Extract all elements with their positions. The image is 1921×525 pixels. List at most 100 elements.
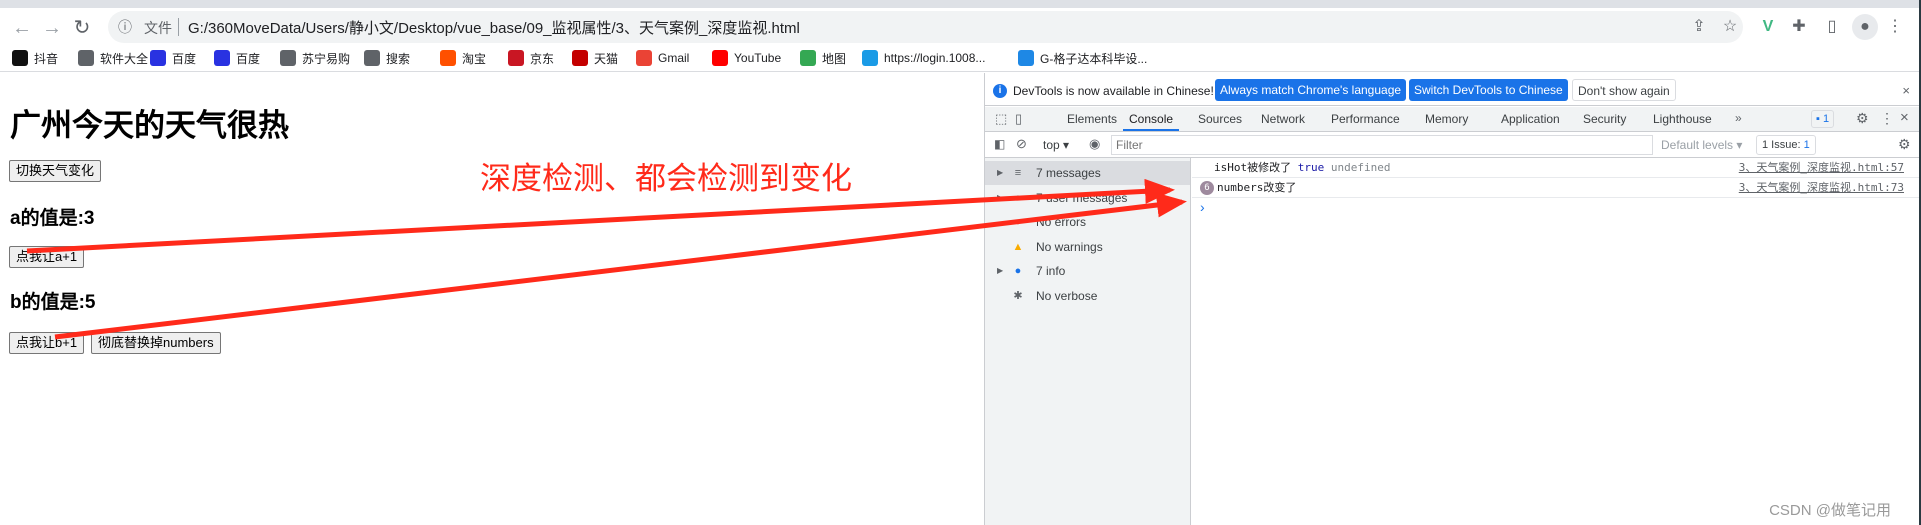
page-title: 广州今天的天气很热 [10,108,289,143]
always-match-language-button[interactable]: Always match Chrome's language [1215,79,1407,101]
close-banner-icon[interactable]: × [1902,83,1910,98]
side-panel-icon[interactable]: ▯ [1819,14,1845,40]
issues-badge[interactable]: ▪ 1 [1811,110,1835,128]
bookmark-label: 搜索 [386,51,411,66]
profile-avatar-icon[interactable]: ● [1852,14,1878,40]
replace-numbers-button[interactable]: 彻底替换掉numbers [91,332,221,354]
douyin-icon [12,50,28,66]
gezida-icon [1018,50,1034,66]
china-mobile-icon [862,50,878,66]
bookmark-item[interactable]: 地图 [800,48,846,68]
context-value: top [1043,138,1060,152]
address-bar[interactable]: ⓘ 文件 G:/360MoveData/Users/静小文/Desktop/vu… [108,11,1743,43]
bookmark-item[interactable]: 天猫 [572,48,618,68]
dont-show-again-button[interactable]: Don't show again [1572,79,1676,101]
console-settings-icon[interactable]: ⚙ [1898,136,1911,153]
bookmark-item[interactable]: 搜索 [364,48,410,68]
sidebar-item[interactable]: ▶ ● 7 user messages [985,186,1190,210]
tab-strip [0,0,1921,8]
device-toolbar-icon[interactable]: ▯ [1015,111,1022,127]
share-icon[interactable]: ⇪ [1686,14,1712,40]
a-value-label: a的值是:3 [10,208,95,229]
info-icon[interactable]: ⓘ [118,17,132,37]
star-icon[interactable]: ☆ [1717,14,1743,40]
toggle-weather-button[interactable]: 切换天气变化 [9,160,102,182]
bookmark-item[interactable]: G-格子达本科毕设... [1018,48,1147,68]
devtools-tab-elements[interactable]: Elements [1067,107,1117,131]
bookmark-item[interactable]: 抖音 [12,48,58,68]
bookmark-item[interactable]: https://login.1008... [862,48,985,68]
reload-button[interactable]: ↻ [68,14,96,42]
log-levels-dropdown[interactable]: Default levels ▾ [1661,138,1742,152]
console-prompt[interactable]: › [1200,199,1205,215]
bookmark-item[interactable]: 淘宝 [440,48,486,68]
bookmark-label: 京东 [530,51,555,66]
expand-triangle-icon[interactable]: ▶ [997,259,1003,283]
back-button[interactable]: ← [8,14,36,42]
bookmark-item[interactable]: 软件大全 [78,48,148,68]
extensions-icon[interactable]: ✚ [1786,14,1812,40]
issues-count: 1 [1822,113,1830,125]
console-message: isHot被修改了 true undefined 3、天气案例_深度监视.htm… [1192,158,1921,178]
context-selector[interactable]: top ▾ [1043,138,1069,152]
message-source-link[interactable]: 3、天气案例_深度监视.html:73 [1739,178,1904,198]
devtools-tab-lighthouse[interactable]: Lighthouse [1653,107,1712,131]
bookmark-item[interactable]: Gmail [636,48,689,68]
console-filter-input[interactable] [1111,135,1653,155]
devtools-tab-security[interactable]: Security [1583,107,1626,131]
watermark: CSDN @做笔记用 [1769,502,1891,519]
devtools-tabs: ⬚ ▯ Elements Console Sources Network Perform… [985,107,1921,132]
devtools-tab-application[interactable]: Application [1501,107,1560,131]
increment-b-button[interactable]: 点我让b+1 [9,332,85,354]
sidebar-item[interactable]: ▶ ≡ 7 messages [985,161,1190,185]
divider [178,18,179,36]
bookmark-label: Gmail [658,51,690,65]
sidebar-item[interactable]: ▲ No warnings [985,235,1190,259]
bookmark-label: 百度 [236,51,261,66]
levels-label: Default levels [1661,138,1734,152]
message-source-link[interactable]: 3、天气案例_深度监视.html:57 [1739,158,1904,178]
user-icon: ● [1014,191,1022,204]
forward-button[interactable]: → [38,14,66,42]
bookmark-item[interactable]: 苏宁易购 [280,48,350,68]
close-devtools-icon[interactable]: × [1900,109,1909,126]
more-tabs-icon[interactable]: » [1735,111,1742,125]
bookmark-item[interactable]: 百度 [150,48,196,68]
bookmark-label: https://login.1008... [884,51,986,65]
settings-gear-icon[interactable]: ⚙ [1856,110,1869,127]
bookmark-item[interactable]: 百度 [214,48,260,68]
bookmark-item[interactable]: 京东 [508,48,554,68]
bookmark-label: 百度 [172,51,197,66]
sidebar-item[interactable]: ▶ ● 7 info [985,259,1190,283]
warning-icon: ▲ [1012,240,1024,253]
clear-console-icon[interactable]: ⊘ [1016,136,1027,152]
sidebar-item[interactable]: ● No errors [985,210,1190,234]
live-expression-eye-icon[interactable]: ◉ [1089,136,1100,152]
baidu-paw-icon [150,50,166,66]
sidebar-toggle-icon[interactable]: ◧ [994,137,1005,151]
devtools-tab-performance[interactable]: Performance [1331,107,1400,131]
expand-triangle-icon[interactable]: ▶ [997,161,1003,185]
vue-devtools-icon[interactable]: V [1755,14,1781,40]
language-banner: i DevTools is now available in Chinese! … [985,76,1921,106]
devtools-tab-network[interactable]: Network [1261,107,1305,131]
message-body: isHot被修改了 [1214,161,1292,174]
more-options-icon[interactable]: ⋮ [1880,110,1894,127]
youtube-icon [712,50,728,66]
devtools-tab-console[interactable]: Console [1123,107,1180,131]
switch-to-chinese-button[interactable]: Switch DevTools to Chinese [1409,79,1568,101]
inspect-element-icon[interactable]: ⬚ [995,111,1007,127]
bookmark-item[interactable]: YouTube [712,48,781,68]
menu-dots-icon[interactable]: ⋮ [1882,14,1908,40]
devtools-tab-memory[interactable]: Memory [1425,107,1468,131]
expand-triangle-icon[interactable]: ▶ [997,186,1003,210]
issues-button[interactable]: 1 Issue: 1 [1756,135,1816,155]
sidebar-item[interactable]: ✱ No verbose [985,284,1190,308]
devtools-panel: i DevTools is now available in Chinese! … [984,73,1921,525]
increment-a-button[interactable]: 点我让a+1 [9,246,85,268]
annotation-text: 深度检测、都会检测到变化 [480,161,852,196]
bookmark-label: 软件大全 [100,51,149,66]
url-text[interactable]: G:/360MoveData/Users/静小文/Desktop/vue_bas… [188,17,800,38]
devtools-tab-sources[interactable]: Sources [1198,107,1242,131]
bookmark-label: 抖音 [34,51,59,66]
